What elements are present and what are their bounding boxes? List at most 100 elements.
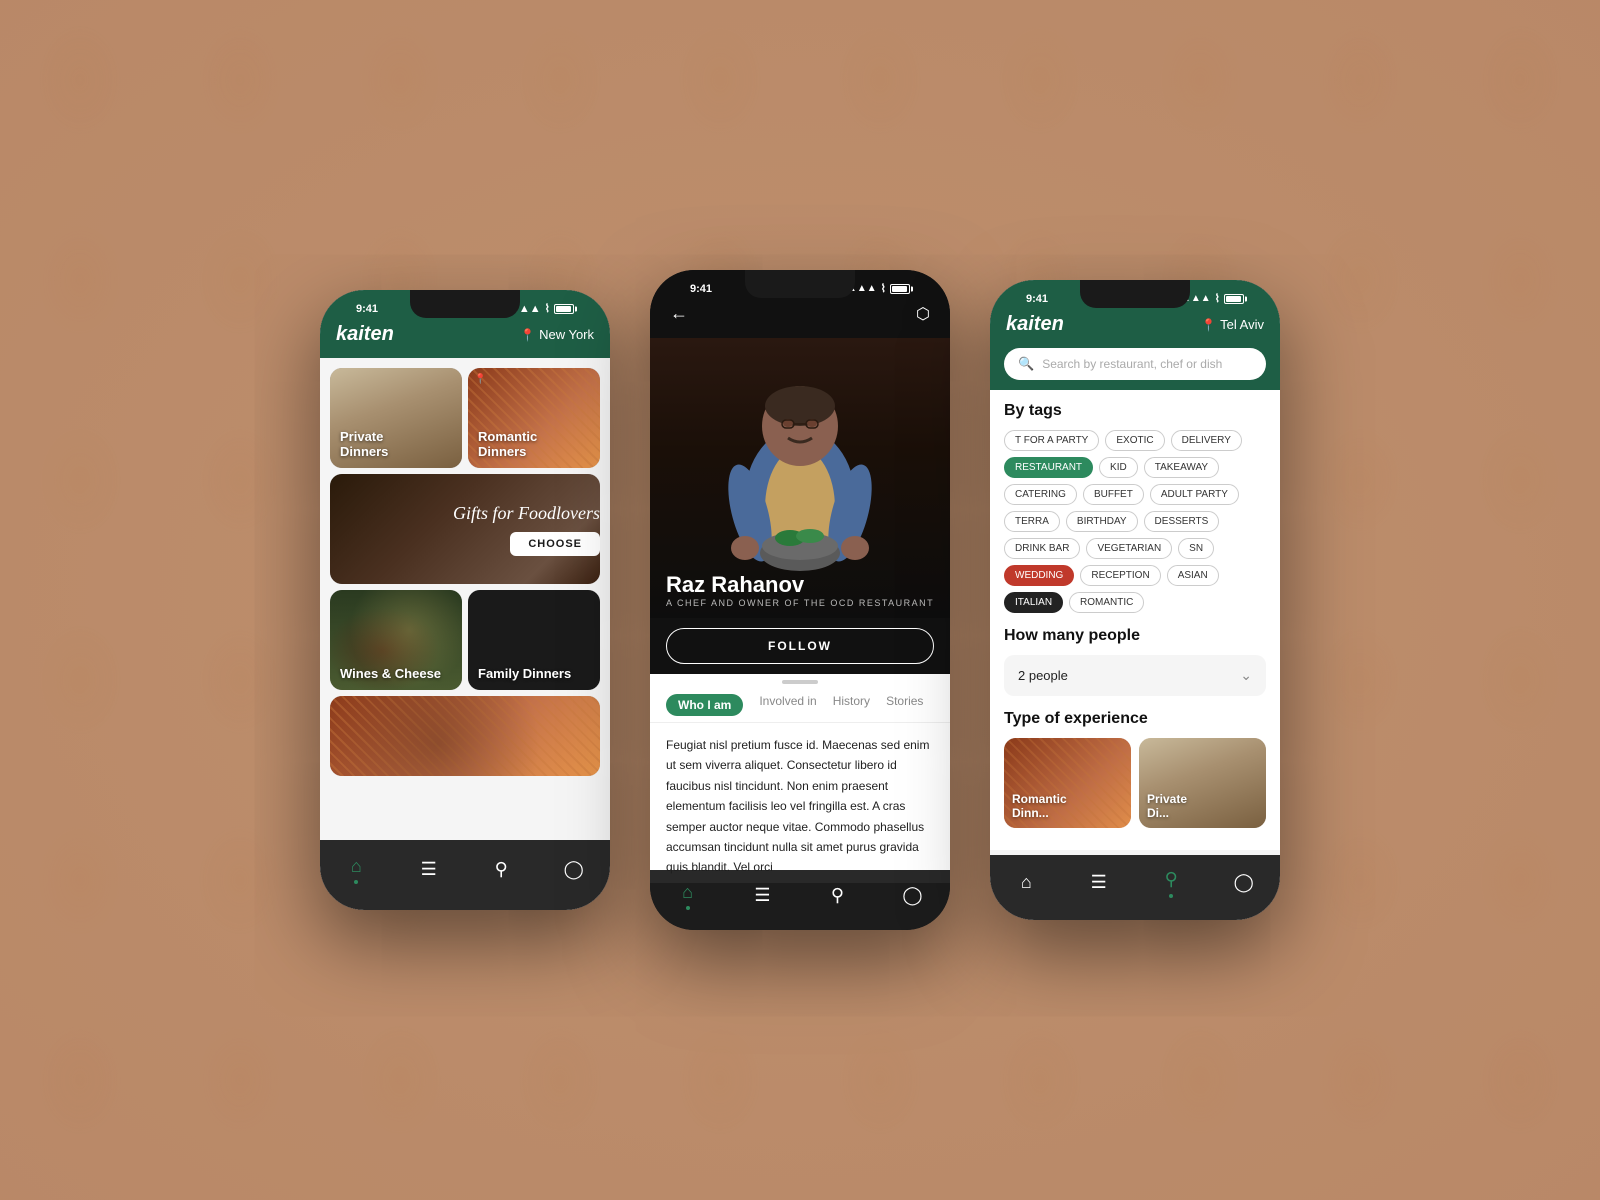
- nav-search-2[interactable]: ⚲: [826, 883, 850, 907]
- card-wines-cheese[interactable]: Wines & Cheese: [330, 590, 462, 690]
- battery-icon-2: [890, 284, 910, 294]
- notch-2: [745, 270, 855, 298]
- tag-sn[interactable]: SN: [1178, 538, 1214, 559]
- location-pin-icon: 📍: [520, 328, 535, 342]
- card-romantic-dinners[interactable]: 📍 RomanticDinners: [468, 368, 600, 468]
- nav-home-2[interactable]: ⌂: [676, 880, 700, 910]
- wifi-icon-2: ⌇: [881, 282, 886, 295]
- tag-takeaway[interactable]: TAKEAWAY: [1144, 457, 1219, 478]
- phone3-content: By tags T FOR A PARTY EXOTIC DELIVERY RE…: [990, 390, 1280, 850]
- tag-drink-bar[interactable]: DRINK BAR: [1004, 538, 1080, 559]
- nav-home-1[interactable]: ⌂: [344, 854, 368, 884]
- tag-buffet[interactable]: BUFFET: [1083, 484, 1144, 505]
- app-logo-3: kaiten: [1006, 313, 1064, 336]
- phone2-nav: ← ⬡: [670, 299, 930, 328]
- share-button[interactable]: ⬡: [916, 304, 930, 324]
- tab-history[interactable]: History: [833, 694, 870, 716]
- tag-birthday[interactable]: BIRTHDAY: [1066, 511, 1138, 532]
- nav-search-3[interactable]: ⚲: [1159, 868, 1183, 898]
- tab-involved-in[interactable]: Involved in: [759, 694, 816, 716]
- tab-who-i-am[interactable]: Who I am: [666, 694, 743, 716]
- card-private-dinners[interactable]: PrivateDinners: [330, 368, 462, 468]
- nav-menu-3[interactable]: ☰: [1087, 871, 1111, 895]
- tag-delivery[interactable]: DELIVERY: [1171, 430, 1242, 451]
- phone-2: 9:41 ▲▲▲ ⌇ ← ⬡: [650, 270, 950, 930]
- notch-1: [410, 290, 520, 318]
- tag-party[interactable]: T FOR A PARTY: [1004, 430, 1099, 451]
- exp-card-private[interactable]: PrivateDi...: [1139, 738, 1266, 828]
- tag-romantic[interactable]: ROMANTIC: [1069, 592, 1144, 613]
- tag-wedding[interactable]: WEDDING: [1004, 565, 1074, 586]
- chef-illustration: [700, 338, 900, 578]
- home-icon-3: ⌂: [1014, 871, 1038, 895]
- wifi-icon-3: ⌇: [1215, 292, 1220, 305]
- time-1: 9:41: [356, 303, 378, 315]
- nav-bar-1: ⌂ ☰ ⚲ ◯: [320, 840, 610, 910]
- phone-1: 9:41 ▲▲▲ ⌇ kaiten 📍 New York: [320, 290, 610, 910]
- nav-bar-3: ⌂ ☰ ⚲ ◯: [990, 855, 1280, 920]
- nav-menu-1[interactable]: ☰: [417, 857, 441, 881]
- location-text-3: Tel Aviv: [1220, 317, 1264, 332]
- tag-restaurant[interactable]: RESTAURANT: [1004, 457, 1093, 478]
- experience-title: Type of experience: [1004, 710, 1266, 728]
- search-input[interactable]: Search by restaurant, chef or dish: [1042, 357, 1222, 371]
- tag-italian[interactable]: ITALIAN: [1004, 592, 1063, 613]
- phone-3: 9:41 ▲▲▲ ⌇ kaiten 📍 Tel Aviv 🔍 Search by…: [990, 280, 1280, 920]
- menu-icon: ☰: [417, 857, 441, 881]
- tab-stories[interactable]: Stories: [886, 694, 923, 716]
- nav-profile-3[interactable]: ◯: [1232, 871, 1256, 895]
- battery-icon-3: [1224, 294, 1244, 304]
- nav-profile-1[interactable]: ◯: [562, 857, 586, 881]
- nav-search-1[interactable]: ⚲: [489, 857, 513, 881]
- nav-home-3[interactable]: ⌂: [1014, 871, 1038, 895]
- chef-photo: Raz Rahanov A CHEF AND OWNER OF THE OCD …: [650, 338, 950, 618]
- tag-reception[interactable]: RECEPTION: [1080, 565, 1160, 586]
- choose-button[interactable]: CHOOSE: [510, 532, 600, 556]
- follow-button[interactable]: FOLLOW: [666, 628, 934, 664]
- card-family-label: Family Dinners: [468, 658, 581, 690]
- status-icons-3: ▲▲▲ ⌇: [1181, 292, 1244, 305]
- card-wines-label: Wines & Cheese: [330, 658, 451, 690]
- tag-catering[interactable]: CATERING: [1004, 484, 1077, 505]
- time-2: 9:41: [690, 283, 712, 295]
- search-nav-icon-3: ⚲: [1159, 868, 1183, 892]
- app-logo-1: kaiten: [336, 323, 394, 346]
- people-title: How many people: [1004, 627, 1266, 645]
- home-icon-2: ⌂: [676, 880, 700, 904]
- card-gifts[interactable]: Gifts for Foodlovers CHOOSE: [330, 474, 600, 584]
- notch-3: [1080, 280, 1190, 308]
- back-button[interactable]: ←: [670, 303, 688, 324]
- card-private-label: PrivateDinners: [330, 421, 398, 468]
- tags-container: T FOR A PARTY EXOTIC DELIVERY RESTAURANT…: [1004, 430, 1266, 613]
- search-bar[interactable]: 🔍 Search by restaurant, chef or dish: [1004, 348, 1266, 380]
- tag-terra[interactable]: TERRA: [1004, 511, 1060, 532]
- people-dropdown[interactable]: 2 people ⌄: [1004, 655, 1266, 696]
- home-icon: ⌂: [344, 854, 368, 878]
- nav-menu-2[interactable]: ☰: [751, 883, 775, 907]
- card-family-dinners[interactable]: Family Dinners: [468, 590, 600, 690]
- tag-desserts[interactable]: DESSERTS: [1144, 511, 1220, 532]
- experience-cards: RomanticDinn... PrivateDi...: [1004, 738, 1266, 828]
- location-row-3: 📍 Tel Aviv: [1201, 317, 1264, 332]
- location-pin-icon-3: 📍: [1201, 318, 1216, 332]
- exp-card-romantic[interactable]: RomanticDinn...: [1004, 738, 1131, 828]
- tag-asian[interactable]: ASIAN: [1167, 565, 1219, 586]
- exp-romantic-label: RomanticDinn...: [1012, 792, 1067, 820]
- tag-adult-party[interactable]: ADULT PARTY: [1150, 484, 1239, 505]
- search-nav-icon: ⚲: [489, 857, 513, 881]
- card-pasta[interactable]: [330, 696, 600, 776]
- bio-text: Feugiat nisl pretium fusce id. Maecenas …: [650, 723, 950, 883]
- tag-vegetarian[interactable]: VEGETARIAN: [1086, 538, 1172, 559]
- tag-exotic[interactable]: EXOTIC: [1105, 430, 1164, 451]
- phone1-content: PrivateDinners 📍 RomanticDinners Gifts f…: [320, 358, 610, 848]
- people-value: 2 people: [1018, 668, 1068, 683]
- tag-kid[interactable]: KID: [1099, 457, 1138, 478]
- follow-btn-wrap: FOLLOW: [650, 618, 950, 674]
- search-nav-icon-2: ⚲: [826, 883, 850, 907]
- search-bar-wrap: 🔍 Search by restaurant, chef or dish: [990, 348, 1280, 390]
- location-text-1: New York: [539, 327, 594, 342]
- nav-profile-2[interactable]: ◯: [901, 883, 925, 907]
- card-romantic-label: RomanticDinners: [468, 421, 547, 468]
- profile-icon: ◯: [562, 857, 586, 881]
- battery-icon: [554, 304, 574, 314]
